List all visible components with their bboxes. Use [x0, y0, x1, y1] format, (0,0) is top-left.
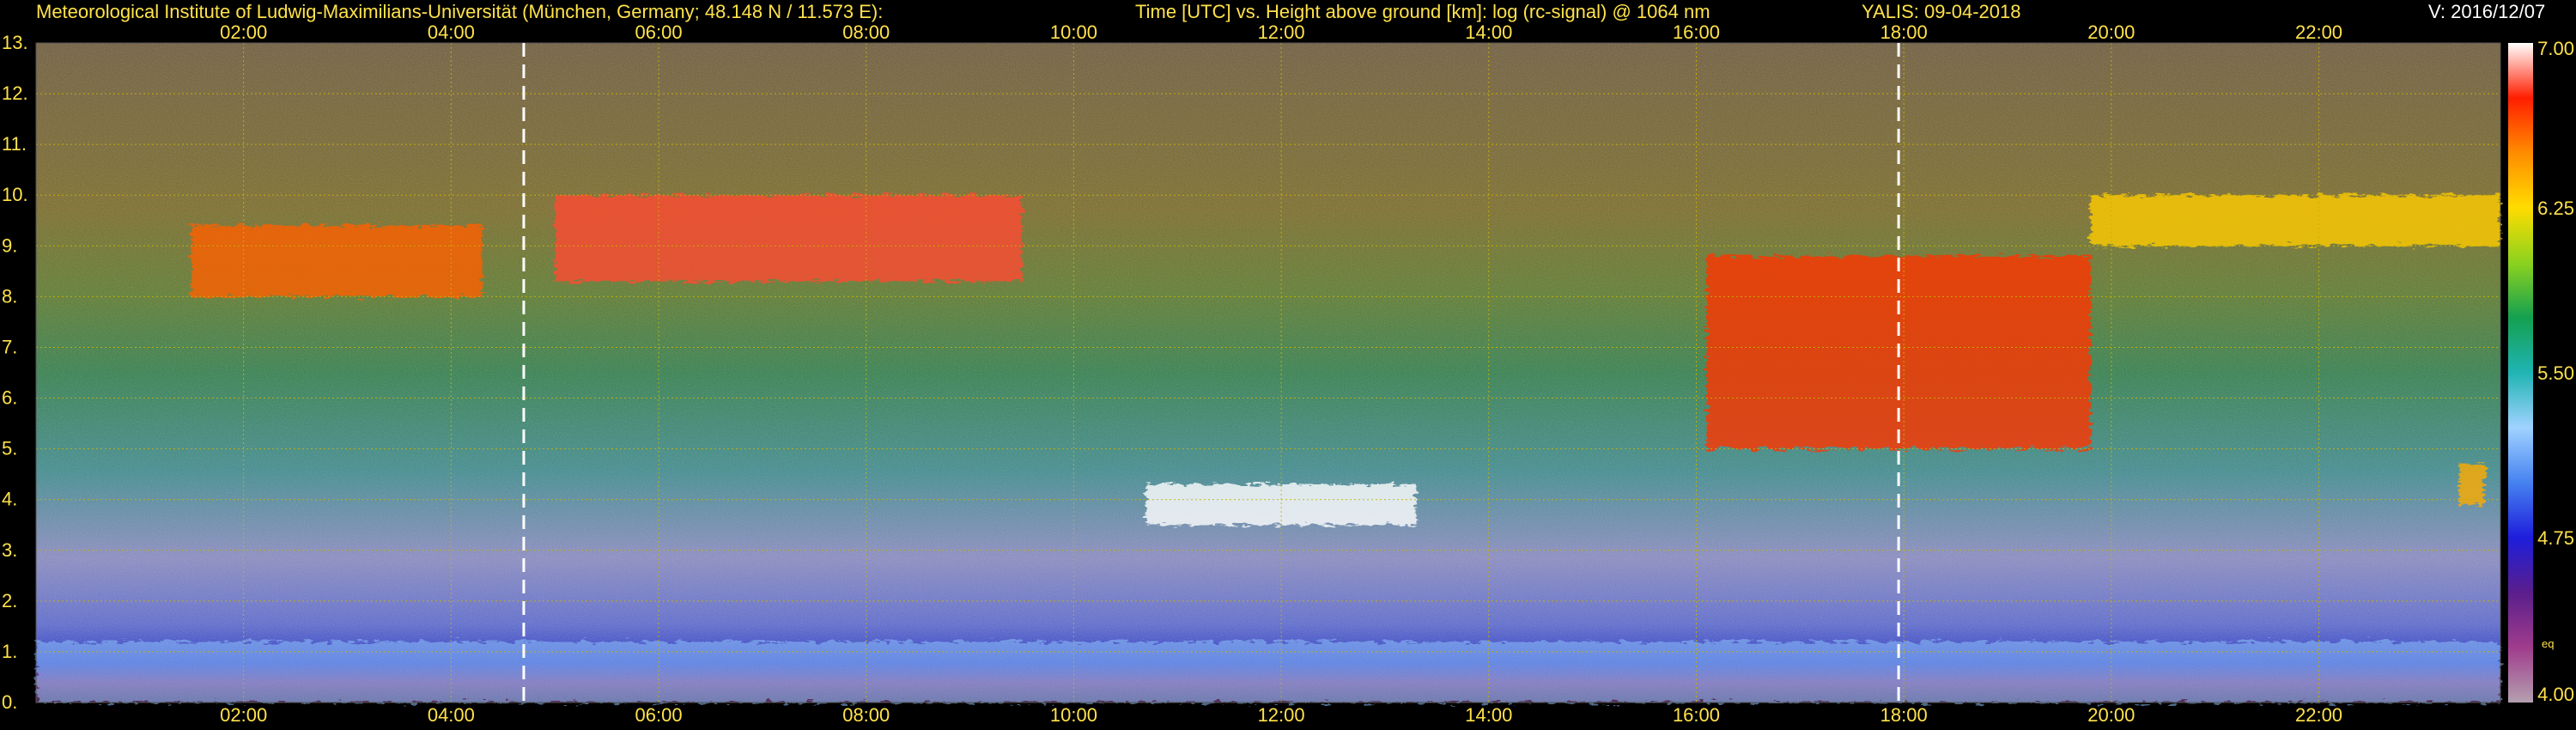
layer-cloud-6 [2458, 464, 2485, 505]
y-tick-label: 11. [2, 133, 27, 155]
colorbar-extra-label: eq [2542, 637, 2554, 650]
y-tick-label: 6. [2, 387, 17, 409]
y-tick-label: 7. [2, 336, 17, 357]
colorbar: 4.00 4.75 5.50 6.25 7.00 eq [2508, 38, 2574, 705]
x-tick-label-top: 02:00 [220, 21, 267, 43]
colorbar-tick-label: 5.50 [2537, 362, 2574, 384]
x-axis-top-tick-labels: 02:00 04:00 06:00 08:00 10:00 12:00 14:00 16:00… [220, 21, 2342, 43]
y-tick-label: 0. [2, 691, 17, 713]
x-tick-label-bottom: 06:00 [635, 704, 683, 726]
y-tick-label: 8. [2, 285, 17, 307]
x-tick-label-bottom: 20:00 [2087, 704, 2135, 726]
x-tick-label-top: 20:00 [2087, 21, 2135, 43]
colorbar-tick-label: 4.00 [2537, 684, 2574, 705]
x-tick-label-bottom: 22:00 [2295, 704, 2342, 726]
x-tick-label-top: 12:00 [1258, 21, 1305, 43]
plot-background [36, 43, 2500, 703]
y-tick-label: 1. [2, 641, 17, 662]
x-tick-label-top: 16:00 [1673, 21, 1720, 43]
y-tick-label: 13. [2, 32, 28, 53]
x-tick-label-bottom: 12:00 [1258, 704, 1305, 726]
x-tick-label-top: 18:00 [1880, 21, 1928, 43]
plot-noise-texture [36, 43, 2500, 703]
x-tick-label-bottom: 04:00 [428, 704, 475, 726]
y-tick-label: 2. [2, 590, 17, 611]
y-tick-label: 9. [2, 234, 17, 256]
colorbar-tick-label: 6.25 [2537, 198, 2574, 219]
x-tick-label-top: 10:00 [1050, 21, 1097, 43]
layer-boundary_layer-0 [36, 642, 2500, 703]
x-axis-bottom-tick-labels: 02:00 04:00 06:00 08:00 10:00 12:00 14:00 16:00… [220, 704, 2342, 726]
y-tick-label: 4. [2, 489, 17, 510]
x-tick-label-top: 08:00 [842, 21, 890, 43]
x-tick-label-bottom: 02:00 [220, 704, 267, 726]
y-tick-label: 5. [2, 438, 17, 459]
x-tick-label-bottom: 08:00 [842, 704, 890, 726]
x-tick-label-top: 06:00 [635, 21, 683, 43]
layer-cirrus-2 [555, 195, 1022, 282]
colorbar-tick-label: 7.00 [2537, 38, 2574, 59]
x-tick-label-top: 04:00 [428, 21, 475, 43]
x-tick-label-bottom: 18:00 [1880, 704, 1928, 726]
layer-cirrus-5 [2090, 195, 2500, 246]
colorbar-tick-label: 4.75 [2537, 527, 2574, 549]
colorbar-scale [2508, 43, 2533, 703]
y-tick-label: 12. [2, 82, 28, 104]
x-tick-label-bottom: 16:00 [1673, 704, 1720, 726]
x-tick-label-top: 14:00 [1465, 21, 1512, 43]
x-tick-label-bottom: 14:00 [1465, 704, 1512, 726]
y-tick-label: 3. [2, 539, 17, 561]
x-tick-label-bottom: 10:00 [1050, 704, 1097, 726]
x-tick-label-top: 22:00 [2295, 21, 2342, 43]
lidar-heatmap-chart: 0. 1. 2. 3. 4. 5. 6. 7. 8. 9. 10. 11. 12. 13. 02:00 04… [2, 21, 2574, 726]
layer-cirrus-1 [191, 225, 483, 297]
y-tick-label: 10. [2, 184, 28, 205]
y-axis-tick-labels: 0. 1. 2. 3. 4. 5. 6. 7. 8. 9. 10. 11. 12. 13. [2, 32, 28, 713]
